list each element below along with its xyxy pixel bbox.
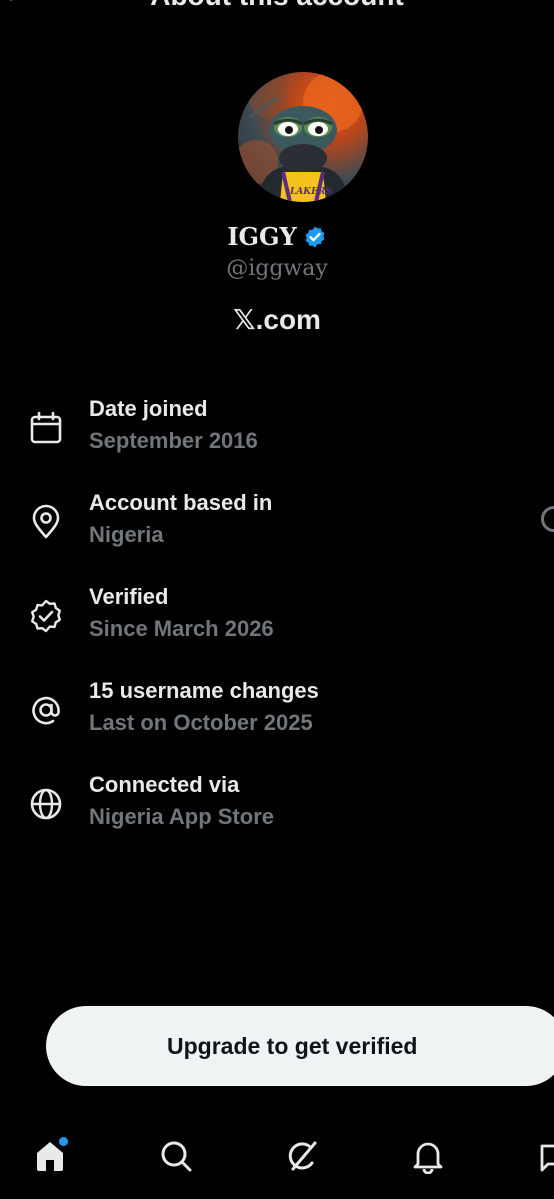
profile-name-row: IGGY bbox=[0, 222, 554, 251]
nav-grok[interactable] bbox=[274, 1128, 330, 1184]
messages-icon bbox=[540, 1144, 554, 1172]
detail-account-based-in: Account based in Nigeria bbox=[28, 490, 528, 554]
profile-name: IGGY bbox=[227, 222, 297, 251]
verified-badge-icon bbox=[305, 226, 325, 247]
info-icon[interactable] bbox=[541, 506, 554, 532]
upgrade-verified-button[interactable]: Upgrade to get verified bbox=[46, 1006, 554, 1086]
globe-icon bbox=[30, 788, 62, 820]
detail-date-joined: Date joined September 2016 bbox=[28, 396, 528, 460]
detail-value: September 2016 bbox=[89, 428, 258, 453]
detail-label: Account based in bbox=[89, 490, 273, 515]
detail-value: Since March 2026 bbox=[89, 616, 274, 641]
detail-value: Last on October 2025 bbox=[89, 710, 313, 735]
nav-notifications[interactable] bbox=[400, 1128, 456, 1184]
detail-label: 15 username changes bbox=[89, 678, 319, 703]
avatar-illustration: LAKERS bbox=[238, 72, 363, 202]
header: ← About this account bbox=[0, 0, 554, 12]
platform-label: 𝕏.com bbox=[233, 304, 321, 335]
detail-label: Date joined bbox=[89, 396, 208, 421]
grok-icon bbox=[288, 1141, 317, 1171]
notifications-icon bbox=[413, 1142, 443, 1174]
bottom-nav bbox=[0, 1120, 554, 1199]
detail-username-changes: 15 username changes Last on October 2025 bbox=[28, 678, 528, 742]
detail-value: Nigeria bbox=[89, 522, 164, 547]
nav-search[interactable] bbox=[148, 1128, 204, 1184]
detail-connected-via: Connected via Nigeria App Store bbox=[28, 772, 528, 836]
detail-verified: Verified Since March 2026 bbox=[28, 584, 528, 648]
about-account-screen: ← About this account LAKERS IGGY bbox=[0, 0, 554, 1199]
avatar: LAKERS bbox=[238, 72, 368, 202]
page-title: About this account bbox=[0, 0, 554, 12]
search-icon bbox=[161, 1141, 192, 1172]
location-pin-icon bbox=[32, 504, 60, 539]
verified-check-icon bbox=[31, 599, 61, 633]
detail-label: Verified bbox=[89, 584, 169, 609]
nav-messages[interactable] bbox=[524, 1128, 554, 1184]
detail-label: Connected via bbox=[89, 772, 240, 797]
notification-dot bbox=[59, 1137, 68, 1146]
at-sign-icon bbox=[32, 696, 60, 725]
detail-value: Nigeria App Store bbox=[89, 804, 274, 829]
profile-handle: @iggway bbox=[226, 256, 328, 281]
svg-text:LAKERS: LAKERS bbox=[289, 187, 332, 197]
calendar-icon bbox=[30, 411, 62, 444]
nav-home[interactable] bbox=[22, 1128, 78, 1184]
